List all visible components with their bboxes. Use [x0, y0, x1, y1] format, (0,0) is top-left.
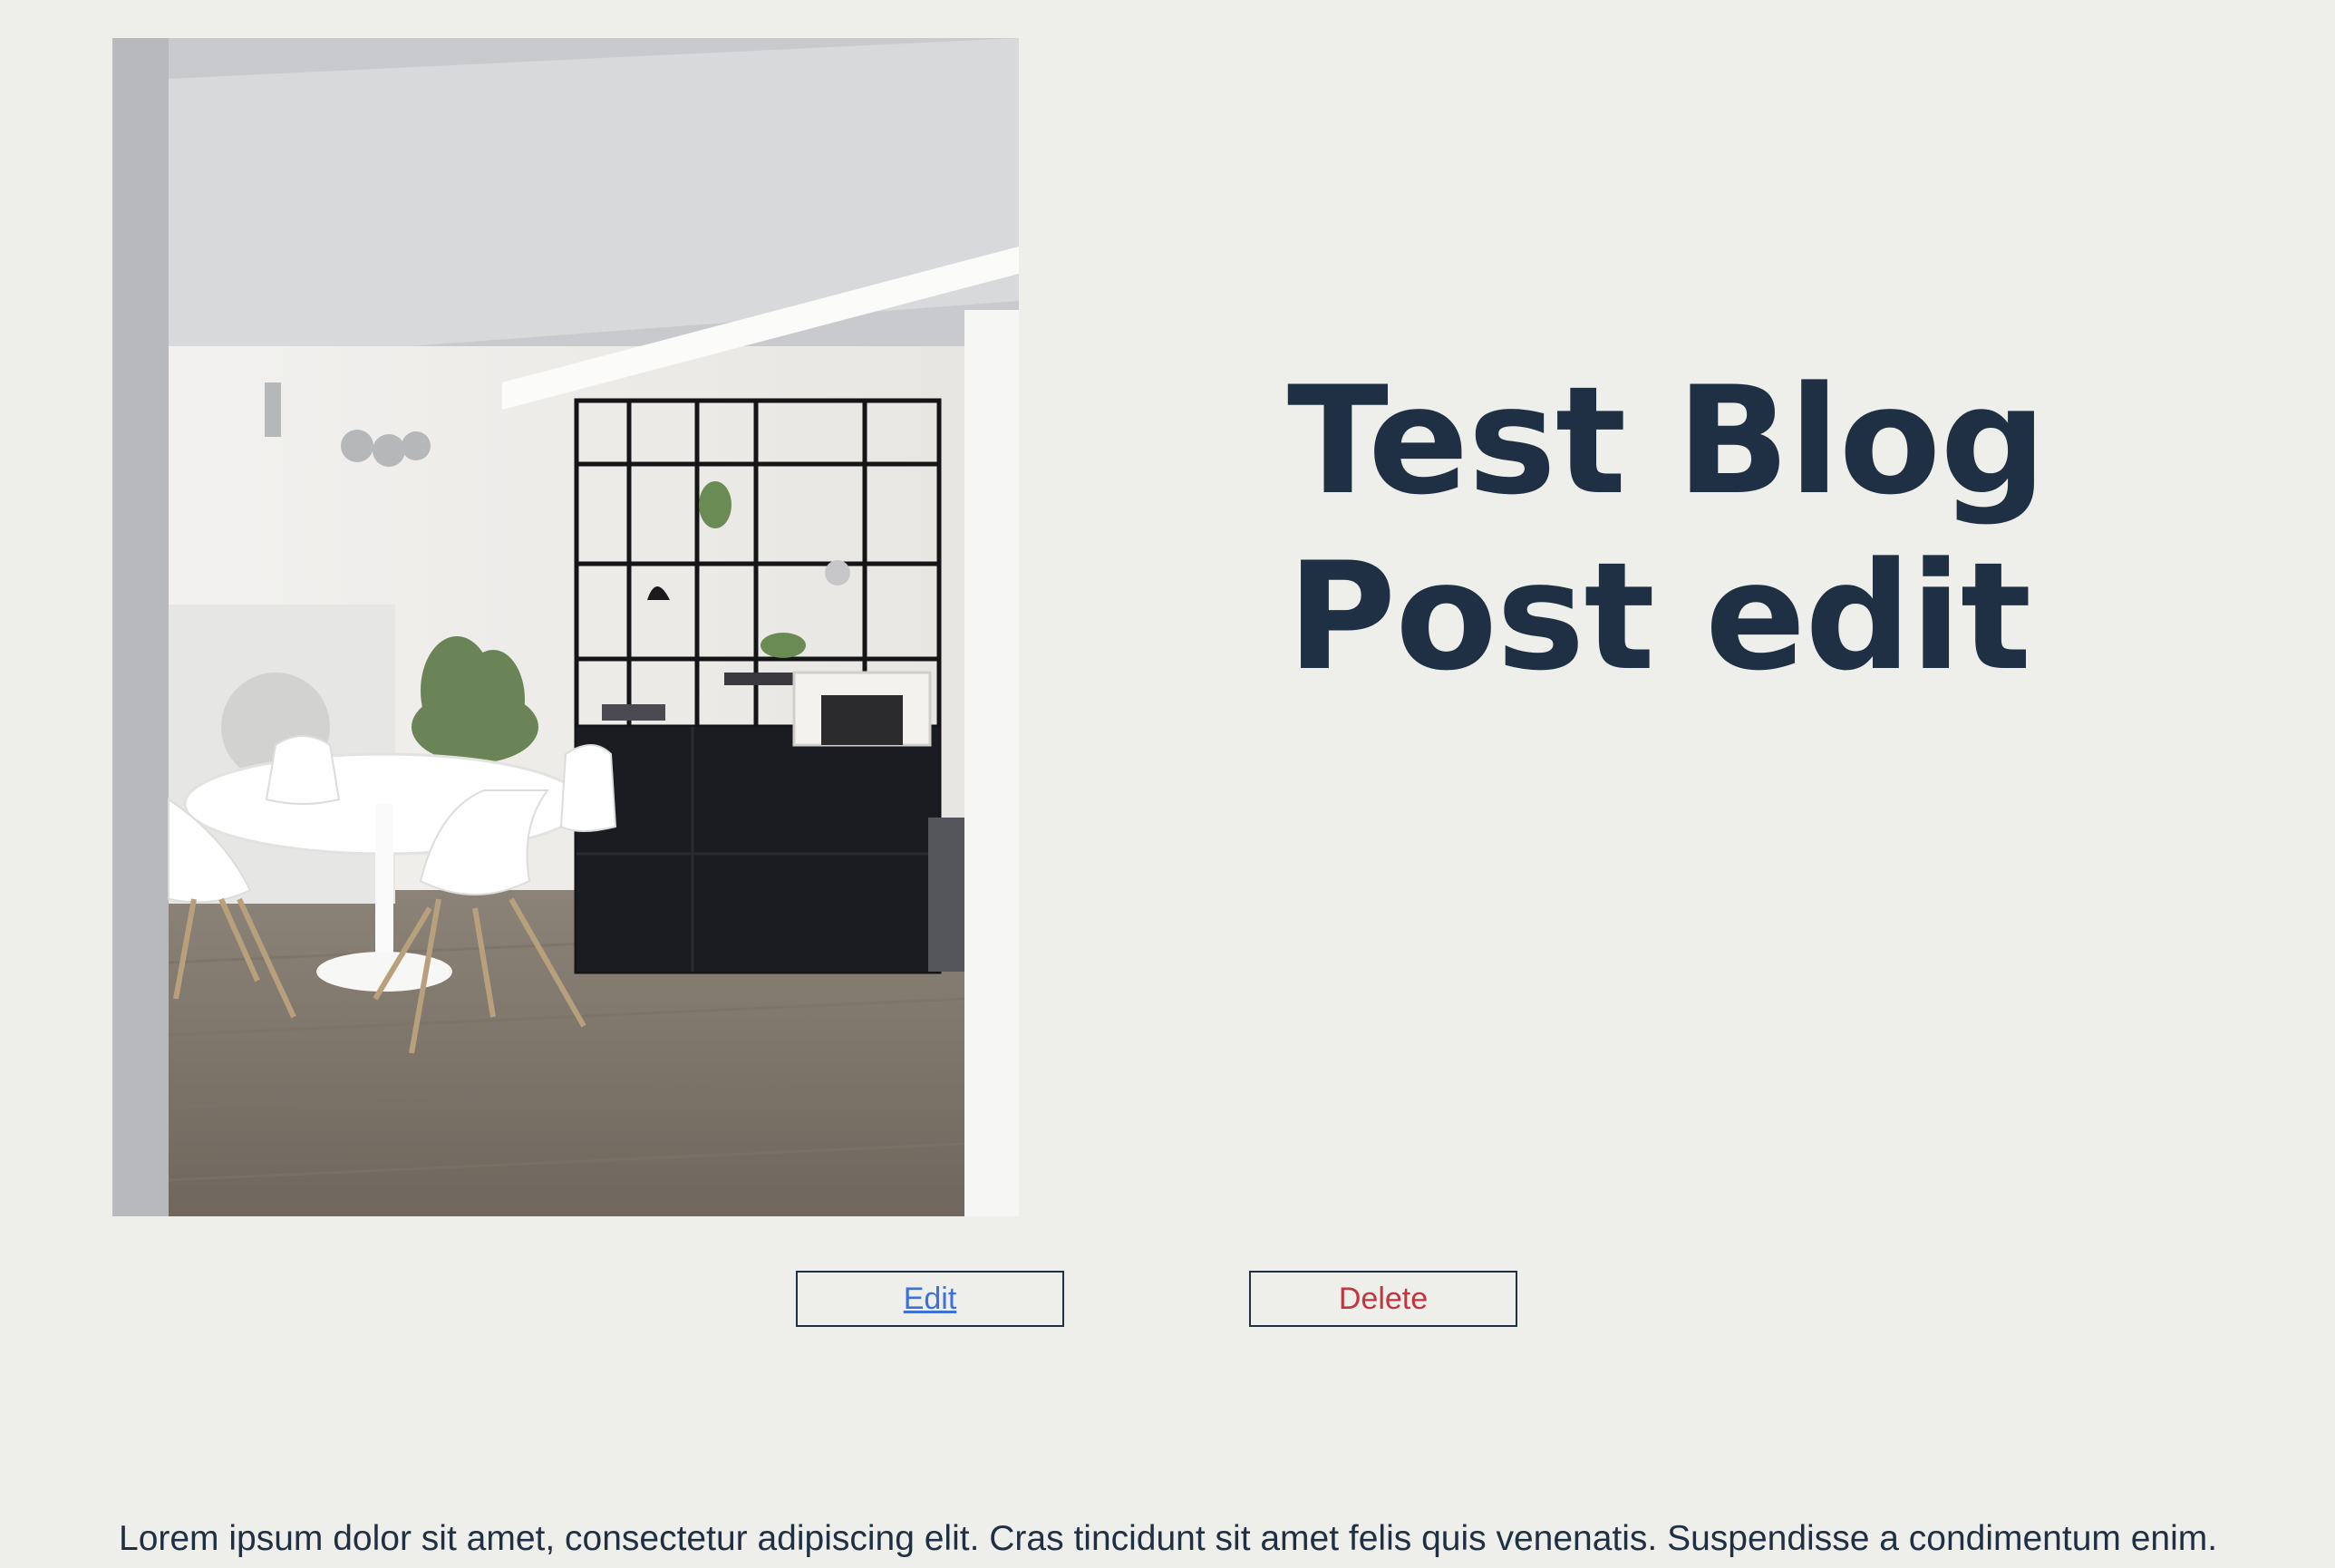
post-hero-image	[112, 38, 1019, 1216]
delete-button[interactable]: Delete	[1249, 1271, 1517, 1327]
post-title: Test Blog Post edit	[1287, 354, 2047, 703]
interior-photo	[112, 38, 1019, 1216]
edit-button[interactable]: Edit	[796, 1271, 1064, 1327]
delete-label: Delete	[1338, 1281, 1429, 1316]
edit-link[interactable]: Edit	[904, 1282, 957, 1317]
blog-post-page: Test Blog Post edit Edit Delete Lorem ip…	[0, 0, 2335, 1568]
post-body-text: Lorem ipsum dolor sit amet, consectetur …	[119, 1519, 2218, 1558]
